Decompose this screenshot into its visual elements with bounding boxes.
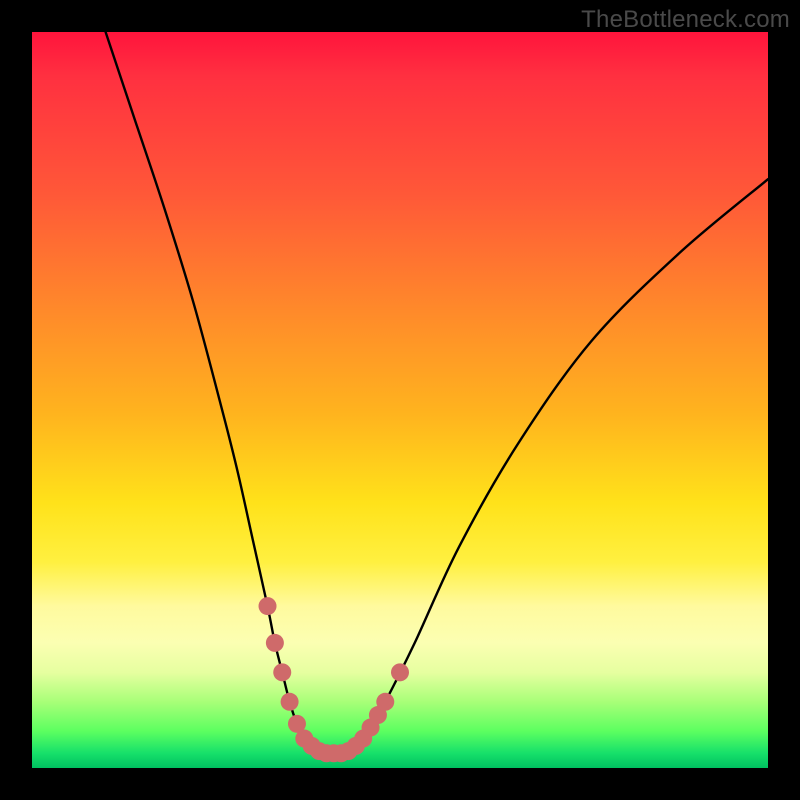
highlight-markers xyxy=(259,597,409,762)
plot-area xyxy=(32,32,768,768)
watermark-text: TheBottleneck.com xyxy=(581,6,790,34)
marker-dot xyxy=(281,693,299,711)
marker-dot xyxy=(273,663,291,681)
curve-svg xyxy=(32,32,768,768)
marker-dot xyxy=(391,663,409,681)
marker-dot xyxy=(376,693,394,711)
marker-dot xyxy=(259,597,277,615)
chart-frame: TheBottleneck.com xyxy=(0,0,800,800)
bottleneck-curve-path xyxy=(106,32,768,753)
marker-dot xyxy=(266,634,284,652)
